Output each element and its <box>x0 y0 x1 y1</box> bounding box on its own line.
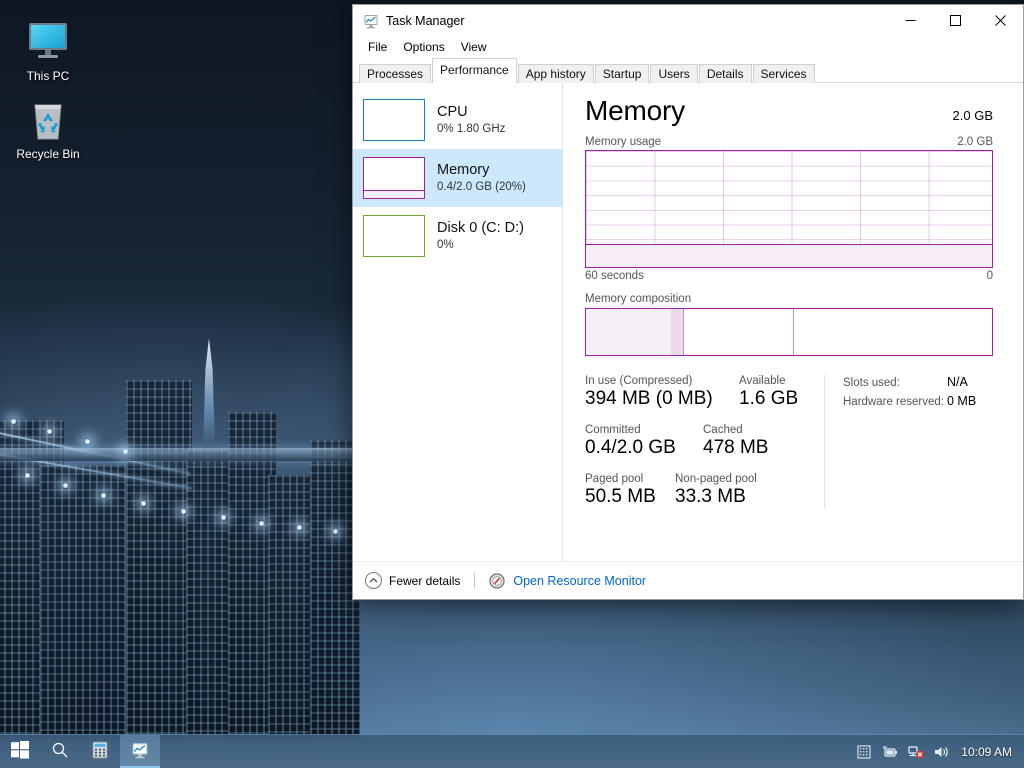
tab-details[interactable]: Details <box>698 64 752 83</box>
tab-users[interactable]: Users <box>650 64 698 83</box>
sidebar-item-disk0[interactable]: Disk 0 (C: D:) 0% <box>353 207 562 265</box>
desktop-icon-label: Recycle Bin <box>16 147 80 161</box>
sidebar-label-cpu: CPU <box>437 104 468 121</box>
sidebar-item-memory[interactable]: Memory 0.4/2.0 GB (20%) <box>353 149 562 207</box>
graph-usage-area <box>586 243 992 267</box>
menu-bar: File Options View <box>353 36 1023 58</box>
windows-logo-icon <box>11 741 29 762</box>
taskbar: 10:09 AM <box>0 735 1024 768</box>
desktop-icon-label: This PC <box>26 69 70 83</box>
sidebar-label-memory: Memory <box>437 162 490 179</box>
resource-monitor-icon <box>489 572 505 589</box>
fewer-details-label: Fewer details <box>389 573 461 588</box>
stat-label-non-paged-pool: Non-paged pool <box>675 472 757 485</box>
menu-view[interactable]: View <box>454 38 494 56</box>
tab-app-history[interactable]: App history <box>517 64 594 83</box>
stat-value-non-paged-pool: 33.3 MB <box>675 485 746 507</box>
composition-segment-free <box>793 309 992 355</box>
stat-label-cached: Cached <box>703 423 743 436</box>
stat-label-in-use: In use (Compressed) <box>585 375 693 387</box>
footer-divider <box>474 572 476 589</box>
taskmanager-button[interactable] <box>120 735 160 768</box>
recycle-bin-icon <box>6 94 90 144</box>
volume-button[interactable] <box>929 735 955 768</box>
tab-startup[interactable]: Startup <box>594 64 650 83</box>
tab-performance[interactable]: Performance <box>432 58 517 83</box>
menu-options[interactable]: Options <box>396 38 451 56</box>
show-hidden-icons-button[interactable] <box>851 735 877 768</box>
memory-composition-bar <box>585 308 993 356</box>
stat-label-hardware-reserved: Hardware reserved: <box>843 396 944 408</box>
memory-thumbnail <box>363 157 425 199</box>
memory-usage-graph <box>585 150 993 268</box>
sidebar-label-disk0: Disk 0 (C: D:) <box>437 220 524 237</box>
graph-max-label: 2.0 GB <box>957 136 993 148</box>
window-title: Task Manager <box>386 13 465 28</box>
stat-value-hardware-reserved: 0 MB <box>947 394 977 408</box>
desktop-icon-this-pc[interactable]: This PC <box>6 16 90 83</box>
this-pc-icon <box>6 16 90 66</box>
tab-strip: Processes Performance App history Startu… <box>353 58 1023 83</box>
stat-label-paged-pool: Paged pool <box>585 472 644 485</box>
stat-label-committed: Committed <box>585 423 641 436</box>
stat-value-in-use: 394 MB (0 MB) <box>585 388 713 409</box>
memory-capacity: 2.0 GB <box>952 108 993 123</box>
desktop-icon-recycle-bin[interactable]: Recycle Bin <box>6 94 90 161</box>
window-titlebar: Task Manager <box>353 5 1023 36</box>
sidebar-item-cpu[interactable]: CPU 0% 1.80 GHz <box>353 91 562 149</box>
power-button[interactable] <box>877 735 903 768</box>
window-footer: Fewer details Open Resource Monitor <box>353 561 1023 599</box>
stat-value-slots-used: N/A <box>947 375 968 389</box>
composition-segment-modified <box>671 309 684 355</box>
disk0-thumbnail <box>363 215 425 257</box>
task-manager-icon <box>131 741 149 762</box>
stat-label-slots-used: Slots used: <box>843 377 900 389</box>
tab-processes[interactable]: Processes <box>359 64 432 83</box>
tab-services[interactable]: Services <box>752 64 815 83</box>
menu-file[interactable]: File <box>361 38 394 56</box>
performance-sidebar: CPU 0% 1.80 GHz Memory 0.4/2.0 GB (20%) <box>353 83 563 561</box>
task-manager-icon <box>363 13 379 29</box>
graph-axis-right: 0 <box>986 270 993 282</box>
page-title: Memory <box>585 95 685 126</box>
stat-value-available: 1.6 GB <box>739 388 799 409</box>
composition-label: Memory composition <box>585 293 692 305</box>
search-icon <box>51 741 69 762</box>
composition-segment-in-use <box>586 309 672 355</box>
memory-statistics: In use (Compressed) 394 MB (0 MB) Availa… <box>585 375 993 508</box>
start-button[interactable] <box>0 735 40 768</box>
composition-segment-standby <box>683 309 794 355</box>
calculator-icon <box>91 741 109 762</box>
graph-axis-left: 60 seconds <box>585 270 644 282</box>
sidebar-sub-memory: 0.4/2.0 GB (20%) <box>437 181 526 194</box>
minimize-button[interactable] <box>888 5 933 36</box>
network-button[interactable] <box>903 735 929 768</box>
stat-value-paged-pool: 50.5 MB <box>585 485 656 507</box>
memory-detail-panel: Memory 2.0 GB Memory usage 2.0 GB 60 sec… <box>563 83 1023 561</box>
taskbar-clock[interactable]: 10:09 AM <box>955 745 1024 759</box>
sidebar-sub-cpu: 0% 1.80 GHz <box>437 123 506 136</box>
stat-value-committed: 0.4/2.0 GB <box>585 436 676 458</box>
close-button[interactable] <box>978 5 1023 36</box>
cpu-thumbnail <box>363 99 425 141</box>
maximize-button[interactable] <box>933 5 978 36</box>
stat-label-available: Available <box>739 375 786 387</box>
fewer-details-button[interactable]: Fewer details <box>365 572 460 589</box>
system-tray: 10:09 AM <box>851 735 1024 768</box>
open-resource-monitor-link[interactable]: Open Resource Monitor <box>513 574 646 588</box>
sidebar-sub-disk0: 0% <box>437 239 454 252</box>
search-button[interactable] <box>40 735 80 768</box>
stat-value-cached: 478 MB <box>703 436 769 458</box>
task-manager-window: Task Manager File Options View Processes… <box>352 4 1024 600</box>
chevron-up-icon <box>365 572 382 589</box>
graph-label: Memory usage <box>585 136 662 148</box>
calculator-button[interactable] <box>80 735 120 768</box>
